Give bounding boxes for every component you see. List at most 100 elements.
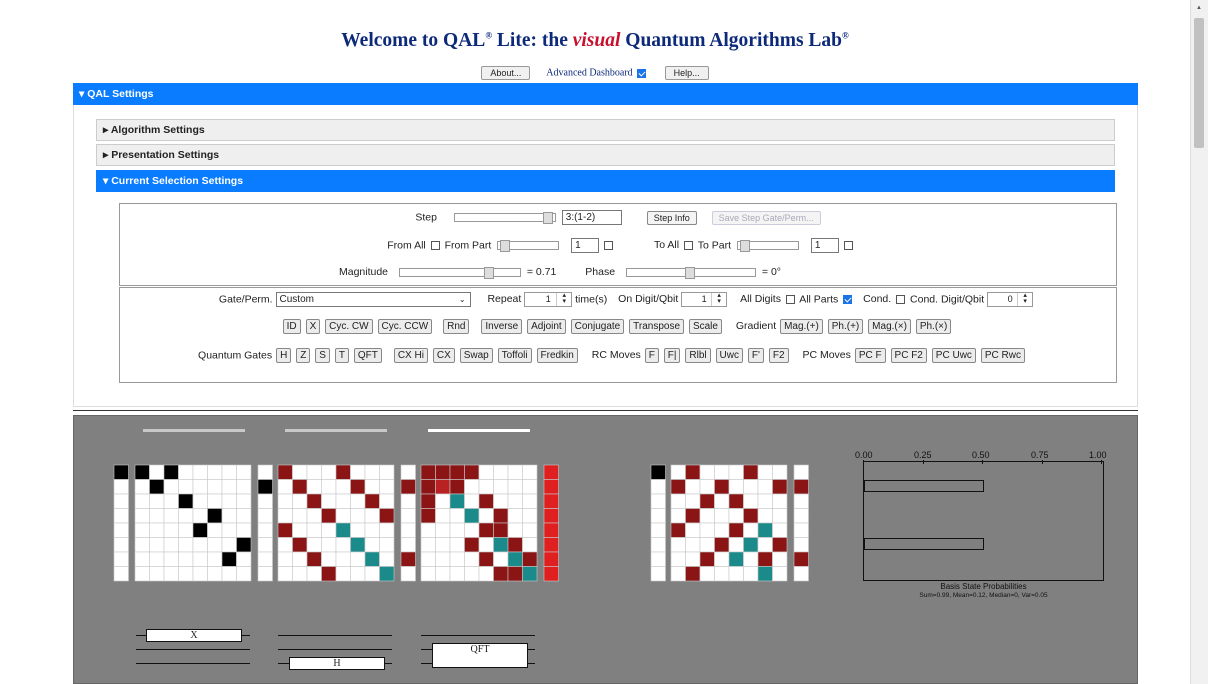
circuit-gate-x[interactable]: X xyxy=(146,629,242,642)
presentation-settings-header[interactable]: ▸ Presentation Settings xyxy=(96,144,1115,166)
title-visual-word: visual xyxy=(572,30,621,51)
magnitude-value: = 0.71 xyxy=(526,266,557,278)
gates-row: Quantum Gates H Z S T QFT CX Hi CX Swap … xyxy=(114,348,1110,363)
prob-bar-1 xyxy=(864,538,984,550)
gate-t-button[interactable]: T xyxy=(334,348,349,363)
grad-mag-times-button[interactable]: Mag.(×) xyxy=(868,319,911,334)
to-part-slider[interactable] xyxy=(736,240,799,252)
step-slider[interactable] xyxy=(453,212,556,224)
to-all-checkbox[interactable] xyxy=(683,241,693,250)
qal-settings-header[interactable]: ▾ QAL Settings xyxy=(73,83,1138,105)
gate-h-button[interactable]: H xyxy=(276,348,292,363)
advanced-dashboard-checkbox[interactable] xyxy=(637,68,647,78)
help-button[interactable]: Help... xyxy=(664,66,709,80)
all-parts-checkbox[interactable] xyxy=(843,295,853,304)
pc-uwc-button[interactable]: PC Uwc xyxy=(931,348,976,363)
axis-tick-3: 0.75 xyxy=(1031,450,1049,460)
vector-2 xyxy=(257,464,273,582)
to-value[interactable]: 1 xyxy=(810,238,839,253)
phase-value: = 0° xyxy=(761,266,782,278)
prob-chart-title: Basis State Probabilities xyxy=(940,582,1027,591)
axis-tick-1: 0.25 xyxy=(914,450,932,460)
save-step-button[interactable]: Save Step Gate/Perm... xyxy=(711,210,821,225)
vector-5 xyxy=(650,464,666,582)
from-value[interactable]: 1 xyxy=(571,238,600,253)
from-all-checkbox[interactable] xyxy=(430,241,440,250)
gate-perm-row: Gate/Perm. Custom ⌄ Repeat 1 ▴ ▾ time(s) On… xyxy=(128,292,1124,307)
selection-box-bottom: Gate/Perm. Custom ⌄ Repeat 1 ▴ ▾ time(s) On… xyxy=(119,287,1117,383)
on-digit-stepper[interactable]: 1 ▴ ▾ xyxy=(681,292,728,307)
perm-id-button[interactable]: ID xyxy=(282,319,301,334)
current-selection-settings-header[interactable]: ▾ Current Selection Settings xyxy=(96,170,1115,192)
section-divider xyxy=(73,410,1138,411)
visualization-panel: 0.00 0.25 0.50 0.75 1.00 Basis State Pro… xyxy=(73,415,1138,684)
rc-f-bar-button[interactable]: F| xyxy=(663,348,681,363)
phase-slider[interactable] xyxy=(626,266,756,279)
rc-rlbl-button[interactable]: Rlbl xyxy=(685,348,711,363)
pc-f2-button[interactable]: PC F2 xyxy=(890,348,927,363)
grad-ph-times-button[interactable]: Ph.(×) xyxy=(915,319,952,334)
repeat-stepper[interactable]: 1 ▴ ▾ xyxy=(524,292,573,307)
cond-digit-stepper[interactable]: 0 ▴ ▾ xyxy=(987,292,1034,307)
vector-1 xyxy=(113,464,129,582)
inverse-button[interactable]: Inverse xyxy=(481,319,523,334)
step-info-button[interactable]: Step Info xyxy=(646,210,697,225)
step-row: Step 3:(1-2) Step Info Save Step Gate/Pe… xyxy=(123,210,1119,225)
scale-button[interactable]: Scale xyxy=(688,319,722,334)
grad-ph-plus-button[interactable]: Ph.(+) xyxy=(827,319,864,334)
rc-f-prime-button[interactable]: F' xyxy=(747,348,764,363)
perm-buttons-row: ID X Cyc. CW Cyc. CCW Rnd Inverse Adjoin… xyxy=(119,319,1115,334)
prob-chart-stats: Sum=0.99, Mean=0.12, Median=0, Var=0.05 xyxy=(919,592,1048,599)
rc-f-button[interactable]: F xyxy=(644,348,659,363)
circuit-gate-qft[interactable]: QFT xyxy=(432,643,528,668)
circuit-gate-h[interactable]: H xyxy=(289,657,385,670)
perm-cyc-cw-button[interactable]: Cyc. CW xyxy=(325,319,373,334)
rc-uwc-button[interactable]: Uwc xyxy=(715,348,743,363)
all-digits-checkbox[interactable] xyxy=(785,295,795,304)
page-title: Welcome to QAL® Lite: the visual Quantum… xyxy=(341,30,849,51)
advanced-dashboard-label: Advanced Dashboard xyxy=(546,67,633,79)
gate-cx-hi-button[interactable]: CX Hi xyxy=(393,348,428,363)
step-value[interactable]: 3:(1-2) xyxy=(561,210,622,225)
axis-tick-0: 0.00 xyxy=(855,450,873,460)
matrix-2 xyxy=(277,464,395,582)
magnitude-phase-row: Magnitude = 0.71 Phase = 0° xyxy=(338,266,782,279)
axis-tick-4: 1.00 xyxy=(1089,450,1107,460)
perm-cyc-ccw-button[interactable]: Cyc. CCW xyxy=(377,319,433,334)
gate-swap-button[interactable]: Swap xyxy=(459,348,493,363)
conjugate-button[interactable]: Conjugate xyxy=(570,319,625,334)
gate-qft-button[interactable]: QFT xyxy=(353,348,382,363)
gate-s-button[interactable]: S xyxy=(315,348,330,363)
prob-bar-0 xyxy=(864,480,984,492)
to-extra-checkbox[interactable] xyxy=(843,241,853,250)
vector-6 xyxy=(793,464,809,582)
axis-tick-2: 0.50 xyxy=(972,450,990,460)
gate-cx-button[interactable]: CX xyxy=(432,348,455,363)
page-scrollbar[interactable]: ▲ xyxy=(1190,0,1208,684)
from-to-row: From All From Part 1 To All To Part 1 xyxy=(123,238,1119,253)
rc-f2-button[interactable]: F2 xyxy=(768,348,789,363)
gate-z-button[interactable]: Z xyxy=(296,348,311,363)
vector-3 xyxy=(400,464,416,582)
rnd-button[interactable]: Rnd xyxy=(443,319,470,334)
from-part-slider[interactable] xyxy=(497,240,560,252)
algorithm-settings-header[interactable]: ▸ Algorithm Settings xyxy=(96,119,1115,141)
selection-box-top: Step 3:(1-2) Step Info Save Step Gate/Pe… xyxy=(119,203,1117,286)
top-controls: About... Advanced Dashboard Help... xyxy=(0,66,1190,80)
gate-perm-select[interactable]: Custom ⌄ xyxy=(275,292,471,307)
pc-f-button[interactable]: PC F xyxy=(854,348,886,363)
cond-checkbox[interactable] xyxy=(896,295,906,304)
about-button[interactable]: About... xyxy=(481,66,531,80)
perm-x-button[interactable]: X xyxy=(305,319,321,334)
transpose-button[interactable]: Transpose xyxy=(629,319,685,334)
gate-toffoli-button[interactable]: Toffoli xyxy=(497,348,532,363)
gate-fredkin-button[interactable]: Fredkin xyxy=(536,348,578,363)
from-extra-checkbox[interactable] xyxy=(604,241,614,250)
vector-4 xyxy=(543,464,559,582)
magnitude-slider[interactable] xyxy=(398,266,521,279)
matrix-1 xyxy=(134,464,252,582)
adjoint-button[interactable]: Adjoint xyxy=(527,319,566,334)
matrix-4 xyxy=(670,464,788,582)
pc-rwc-button[interactable]: PC Rwc xyxy=(980,348,1025,363)
grad-mag-plus-button[interactable]: Mag.(+) xyxy=(780,319,823,334)
